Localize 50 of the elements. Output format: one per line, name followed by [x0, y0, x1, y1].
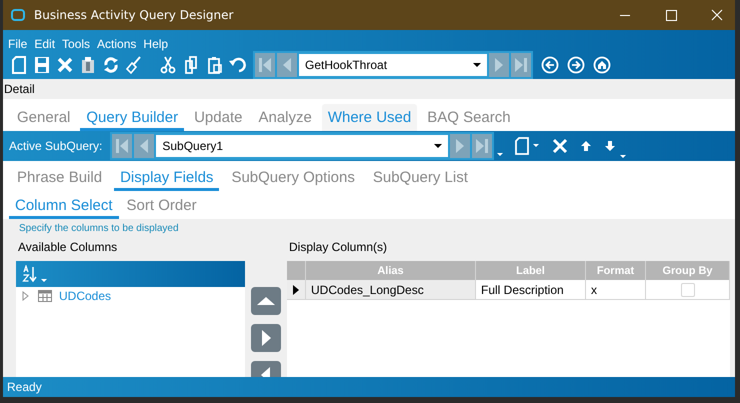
menu-item[interactable]: Tools — [62, 37, 90, 51]
tree-item[interactable]: UDCodes — [59, 289, 112, 303]
dropdown-arrow-icon — [434, 144, 442, 148]
field-label: Active SubQuery: — [9, 139, 102, 153]
panel-title: Display Column(s) — [289, 240, 388, 256]
tab[interactable]: Sort Order — [120, 197, 203, 219]
window-title: Business Activity Query Designer — [34, 8, 234, 22]
scissors-icon[interactable] — [159, 54, 177, 76]
tab[interactable]: Phrase Build — [11, 169, 108, 191]
dropdown-arrow-icon — [473, 63, 481, 67]
table-icon — [38, 290, 52, 302]
copy-icon[interactable] — [182, 54, 200, 76]
menu-item[interactable]: Edit — [34, 37, 56, 51]
tab[interactable]: SubQuery Options — [225, 169, 361, 191]
menu-item[interactable]: File — [8, 37, 28, 51]
checkbox[interactable] — [680, 282, 694, 296]
save-icon[interactable] — [33, 54, 51, 76]
table-cell: x — [586, 280, 646, 299]
tab[interactable]: Update — [188, 109, 248, 131]
menu-item[interactable]: Actions — [97, 37, 136, 51]
add-column-button[interactable] — [251, 324, 281, 352]
expand-icon[interactable] — [21, 291, 30, 301]
table-cell: Full Description — [476, 280, 586, 299]
table-cell: UDCodes_LongDesc — [306, 280, 476, 299]
home-icon[interactable] — [593, 56, 611, 74]
menu-item[interactable]: Help — [143, 37, 168, 51]
sort-icon[interactable] — [22, 265, 38, 283]
clipboard-icon[interactable] — [79, 54, 97, 76]
hint-text: Specify the columns to be displayed — [19, 223, 180, 234]
column-header[interactable]: Label — [476, 261, 586, 280]
app-icon — [11, 9, 25, 21]
new-document-icon[interactable] — [513, 134, 542, 158]
move-up-button[interactable] — [251, 287, 281, 315]
new-document-icon[interactable] — [10, 54, 28, 76]
column-header[interactable]: Format — [586, 261, 646, 280]
panel-title: Available Columns — [18, 240, 118, 256]
record-dropdown[interactable]: GetHookThroat — [299, 54, 487, 76]
tab[interactable]: Analyze — [252, 109, 318, 131]
paste-icon[interactable] — [205, 54, 223, 76]
forward-icon[interactable] — [567, 56, 585, 74]
tab[interactable]: BAQ Search — [421, 109, 517, 131]
back-icon[interactable] — [541, 56, 559, 74]
tab[interactable]: SubQuery List — [366, 169, 474, 191]
column-header[interactable]: Group By — [646, 261, 730, 280]
broom-icon[interactable] — [125, 54, 143, 76]
section-label: Detail — [4, 82, 35, 96]
tab[interactable]: General — [11, 109, 76, 131]
subquery-dropdown[interactable]: SubQuery1 — [156, 135, 448, 157]
status-text: Ready — [7, 380, 42, 394]
tab[interactable]: Where Used — [322, 104, 418, 131]
